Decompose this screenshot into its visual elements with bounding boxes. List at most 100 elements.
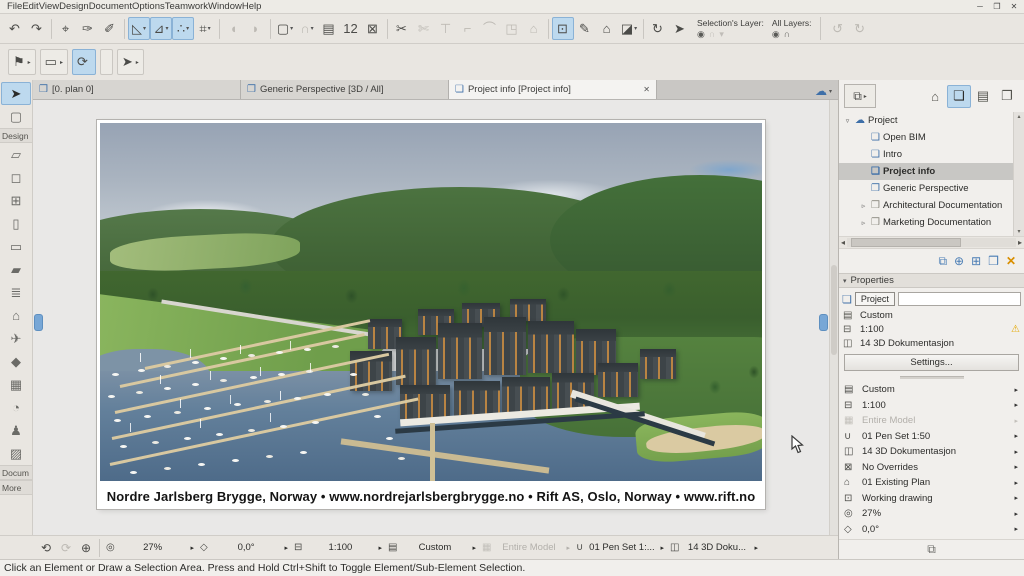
navigator-model-button[interactable]: ⌂	[923, 85, 947, 108]
fillet-button[interactable]: ⌒	[479, 17, 501, 40]
cut-button[interactable]: ✂	[391, 17, 413, 40]
cascade-windows-icon[interactable]: ⧉	[927, 542, 936, 557]
tree-item-architectural-documentation[interactable]: ▹ ❒ Architectural Documentation	[839, 197, 1013, 214]
canvas-vertical-scrollbar[interactable]	[829, 100, 838, 535]
property-layer-combination[interactable]: ▤ Custom	[839, 308, 1024, 322]
menu-window[interactable]: Window	[208, 1, 242, 12]
quick-zoom[interactable]: ◎ 27% ▸	[839, 506, 1024, 522]
layers-dialog-button[interactable]: ▤	[318, 17, 340, 40]
beam-tool[interactable]: ▭	[0, 235, 32, 258]
curtain-wall-tool[interactable]: ▦	[0, 373, 32, 396]
menu-design[interactable]: Design	[59, 1, 89, 12]
slab-tool[interactable]: ▰	[0, 258, 32, 281]
trim-button[interactable]: ⊤	[435, 17, 457, 40]
property-layer-set[interactable]: ◫ 14 3D Dokumentasjon	[839, 336, 1024, 350]
roof-tool[interactable]: ⌂	[0, 304, 32, 327]
toolbox-section-document[interactable]: Docum	[0, 465, 32, 480]
lock-all-layers-button[interactable]: ∩	[784, 29, 790, 40]
expander-icon[interactable]: ▹	[859, 219, 868, 227]
tree-horizontal-scrollbar[interactable]: ◂ ▸	[839, 236, 1024, 249]
properties-section-header[interactable]: ▾ Properties	[839, 273, 1024, 288]
pick-up-parameters-button[interactable]: ⌖	[55, 17, 77, 40]
scroll-left-icon[interactable]: ◂	[841, 238, 845, 247]
trace-options-button[interactable]: ◗	[245, 17, 267, 40]
add-view-button[interactable]: ⊕	[954, 254, 964, 268]
navigator-publisher-button[interactable]: ❐	[995, 85, 1019, 108]
arrow-tool[interactable]: ➤	[1, 82, 31, 105]
property-scale[interactable]: ⊟ 1:100 ⚠	[839, 322, 1024, 336]
expander-icon[interactable]: ▿	[843, 117, 852, 125]
tab-close-icon[interactable]: ✕	[643, 85, 650, 94]
expander-icon[interactable]: ▹	[859, 202, 868, 210]
morph-tool[interactable]: ◆	[0, 350, 32, 373]
status-layer-combination[interactable]: ▤ Custom ▸	[385, 538, 479, 558]
delete-view-button[interactable]: ✕	[1006, 254, 1016, 268]
autogroup-button[interactable]: ↻	[849, 17, 871, 40]
adjust-button[interactable]: ⌐	[457, 17, 479, 40]
quick-scale[interactable]: ⊟ 1:100 ▸	[839, 398, 1024, 414]
view-id-button[interactable]: Project	[855, 292, 895, 306]
snap-guides-button[interactable]: ⊿▾	[150, 17, 172, 40]
object-tool[interactable]: ♟	[0, 419, 32, 442]
add-folder-button[interactable]: ❒	[988, 254, 999, 268]
restore-button[interactable]: ❐	[990, 1, 1004, 12]
close-button[interactable]: ✕	[1007, 1, 1021, 12]
quick-layer-combination[interactable]: ▤ Custom ▸	[839, 382, 1024, 398]
menu-teamwork[interactable]: Teamwork	[165, 1, 208, 12]
drawing-canvas[interactable]: Nordre Jarlsberg Brygge, Norway • www.no…	[33, 100, 838, 535]
menu-view[interactable]: View	[39, 1, 59, 12]
element-transfer-button[interactable]: ▭▸	[40, 49, 68, 75]
tree-item-marketing-documentation[interactable]: ▹ ❒ Marketing Documentation	[839, 214, 1013, 231]
column-tool[interactable]: ▯	[0, 212, 32, 235]
selection-layer-more-button[interactable]: ▾	[719, 29, 724, 40]
quick-drawing-scale[interactable]: ⊡ Working drawing ▸	[839, 491, 1024, 507]
rotate-view-button[interactable]: ⟳	[72, 49, 96, 75]
guide-lines-button[interactable]: ◺▾	[128, 17, 150, 40]
navigator-layoutbook-button[interactable]: ▤	[971, 85, 995, 108]
orbit-button[interactable]: ↻	[647, 17, 669, 40]
stair-tool[interactable]: ≣	[0, 281, 32, 304]
home-story-button[interactable]: ⌂	[523, 17, 545, 40]
tree-scrollbar[interactable]: ▴ ▾	[1013, 112, 1024, 236]
wall-tool[interactable]: ▱	[0, 143, 32, 166]
scroll-up-icon[interactable]: ▴	[1017, 113, 1020, 120]
teamwork-button[interactable]: ☁ ▾	[815, 83, 832, 99]
menu-document[interactable]: Document	[89, 1, 132, 12]
resize-button[interactable]: ◳	[501, 17, 523, 40]
snap-points-button[interactable]: ∴▾	[172, 17, 194, 40]
tree-item-open-bim[interactable]: ❏ Open BIM	[839, 129, 1013, 146]
undo-button[interactable]: ↶	[4, 17, 26, 40]
shell-tool[interactable]: ✈	[0, 327, 32, 350]
tab-generic-perspective[interactable]: ❐ Generic Perspective [3D / All]	[241, 80, 449, 99]
redo-button[interactable]: ↷	[26, 17, 48, 40]
status-zoom[interactable]: ◎ 27% ▸	[103, 538, 197, 558]
menu-file[interactable]: File	[7, 1, 22, 12]
panel-resizer[interactable]	[839, 373, 1024, 382]
tree-item-generic-perspective[interactable]: ❐ Generic Perspective	[839, 180, 1013, 197]
quick-renovation-filter[interactable]: ⌂ 01 Existing Plan ▸	[839, 475, 1024, 491]
settings-button[interactable]: Settings...	[844, 354, 1019, 371]
tab-floor-plan[interactable]: ❒ [0. plan 0]	[33, 80, 241, 99]
minimize-button[interactable]: ─	[973, 1, 987, 12]
toolbox-section-more[interactable]: More	[0, 480, 32, 495]
status-model-view-options[interactable]: ◫ 14 3D Doku... ▸	[667, 538, 761, 558]
quick-structure-display[interactable]: ▦ Entire Model ▸	[839, 413, 1024, 429]
tab-project-info[interactable]: ❏ Project info [Project info] ✕	[449, 80, 657, 99]
add-clone-button[interactable]: ⊞	[971, 254, 981, 268]
status-orientation[interactable]: ◇ 0,0° ▸	[197, 538, 291, 558]
copy-tool-button[interactable]: ✄	[413, 17, 435, 40]
quick-model-view-options[interactable]: ◫ 14 3D Dokumentasjon ▸	[839, 444, 1024, 460]
scroll-down-icon[interactable]: ▾	[1017, 228, 1020, 235]
window-tool[interactable]: ⊞	[0, 189, 32, 212]
zoom-next-button[interactable]: ⟳	[56, 538, 76, 558]
mesh-tool[interactable]: ▨	[0, 442, 32, 465]
status-pen-set[interactable]: ∪ 01 Pen Set 1:... ▸	[573, 538, 667, 558]
show-all-layers-button[interactable]: ◉	[772, 29, 780, 40]
renovation-filter-button[interactable]: ✎	[574, 17, 596, 40]
navigator-viewmap-button[interactable]: ❏	[947, 85, 971, 108]
tree-item-project-info[interactable]: ❏ Project info	[839, 163, 1013, 180]
quick-pen-set[interactable]: ∪ 01 Pen Set 1:50 ▸	[839, 429, 1024, 445]
menu-help[interactable]: Help	[242, 1, 262, 12]
lock-selection-layer-button[interactable]: ∩	[709, 29, 715, 40]
marquee-tool[interactable]: ▢	[0, 105, 32, 128]
